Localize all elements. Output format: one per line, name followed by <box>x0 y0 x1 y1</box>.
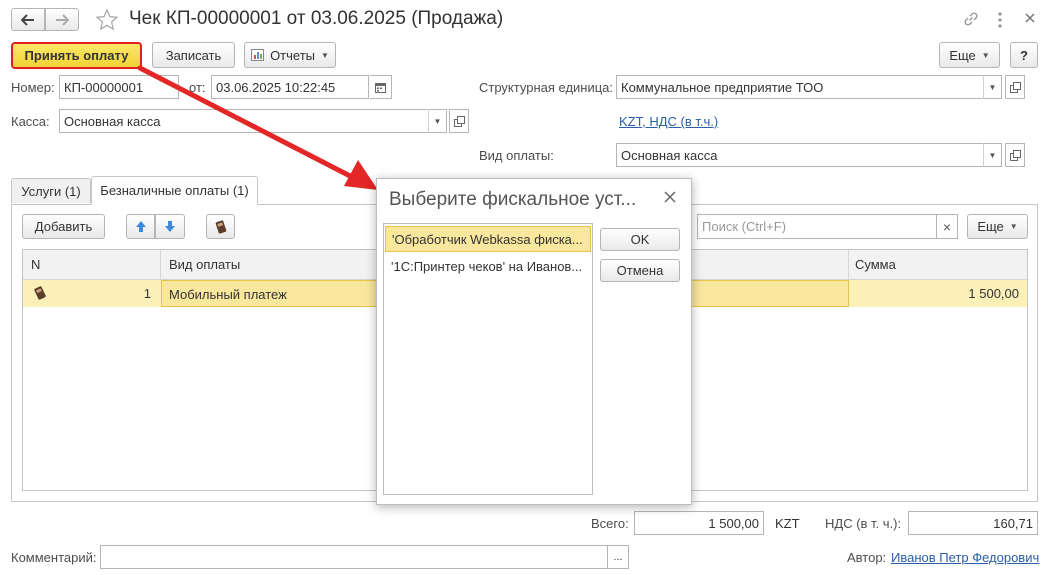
more-button[interactable]: Еще ▼ <box>939 42 1000 68</box>
unit-field[interactable]: Коммунальное предприятие ТОО <box>616 75 1002 99</box>
comment-select-button[interactable]: ... <box>607 545 629 569</box>
row-type: Мобильный платеж <box>169 287 287 302</box>
report-icon <box>251 49 265 61</box>
tab-cashless-payments[interactable]: Безналичные оплаты (1) <box>91 176 258 205</box>
column-n-label: N <box>31 257 41 272</box>
comment-label: Комментарий: <box>11 550 97 565</box>
dialog-close-button[interactable] <box>663 190 677 204</box>
list-item[interactable]: 'Обработчик Webkassa фиска... <box>385 226 591 252</box>
arrow-left-icon <box>21 13 34 26</box>
chevron-down-icon: ▼ <box>321 50 329 60</box>
author-label: Автор: <box>847 550 887 565</box>
clear-search-button[interactable]: × <box>936 214 958 239</box>
accept-payment-label: Принять оплату <box>24 48 129 63</box>
device-list: 'Обработчик Webkassa фиска... '1С:Принте… <box>383 223 593 495</box>
cash-label: Касса: <box>11 114 50 129</box>
payment-type-field[interactable]: Основная касса <box>616 143 1002 167</box>
list-item-label: '1С:Принтер чеков' на Иванов... <box>391 259 583 274</box>
fiscal-device-dialog: Выберите фискальное уст... 'Обработчик W… <box>376 178 692 505</box>
payment-type-open-icon[interactable] <box>1005 143 1025 167</box>
tab-services-label: Услуги (1) <box>21 183 81 199</box>
clear-search-icon: × <box>942 218 952 235</box>
vat-field: 160,71 <box>908 511 1038 535</box>
arrow-right-icon <box>56 13 69 26</box>
total-label: Всего: <box>591 516 629 531</box>
arrow-up-icon <box>135 221 146 232</box>
total-value: 1 500,00 <box>708 515 759 531</box>
number-value: КП-00000001 <box>64 79 144 95</box>
menu-dots-icon[interactable] <box>996 10 1004 30</box>
close-icon <box>664 191 676 203</box>
payment-terminal-icon <box>215 219 226 234</box>
number-label: Номер: <box>11 80 55 95</box>
table-more-label: Еще <box>977 219 1004 234</box>
tax-link[interactable]: KZT, НДС (в т.ч.) <box>619 114 718 129</box>
cash-value: Основная касса <box>64 113 161 129</box>
payment-type-label: Вид оплаты: <box>479 148 554 163</box>
vat-value: 160,71 <box>993 515 1033 531</box>
reports-label: Отчеты <box>270 47 315 63</box>
cash-field[interactable]: Основная касса <box>59 109 447 133</box>
cancel-button[interactable]: Отмена <box>600 259 680 282</box>
chevron-down-icon: ▼ <box>981 50 990 60</box>
date-label: от: <box>189 80 206 95</box>
comment-select-label: ... <box>613 551 623 563</box>
column-type-label: Вид оплаты <box>169 257 241 272</box>
number-field[interactable]: КП-00000001 <box>59 75 179 99</box>
save-button[interactable]: Записать <box>152 42 235 68</box>
unit-open-icon[interactable] <box>1005 75 1025 99</box>
column-sum-label: Сумма <box>855 257 896 272</box>
tab-services[interactable]: Услуги (1) <box>11 178 91 203</box>
link-icon[interactable] <box>962 10 980 28</box>
move-down-button[interactable] <box>155 214 185 239</box>
ok-button[interactable]: OK <box>600 228 680 251</box>
row-sum: 1 500,00 <box>968 286 1019 301</box>
cash-dropdown-icon[interactable]: ▼ <box>428 109 446 133</box>
close-window-icon[interactable] <box>1024 12 1036 24</box>
author-link[interactable]: Иванов Петр Федорович <box>891 550 1039 565</box>
unit-value: Коммунальное предприятие ТОО <box>621 79 824 95</box>
column-header-n[interactable]: N <box>23 250 161 279</box>
arrow-down-icon <box>165 221 175 232</box>
accept-payment-button[interactable]: Принять оплату <box>11 42 142 69</box>
window-title: Чек КП-00000001 от 03.06.2025 (Продажа) <box>129 8 504 29</box>
cash-open-icon[interactable] <box>449 109 469 133</box>
reports-button[interactable]: Отчеты ▼ <box>244 42 336 68</box>
move-up-button[interactable] <box>126 214 155 239</box>
payment-type-dropdown-icon[interactable]: ▼ <box>983 143 1001 167</box>
save-label: Записать <box>165 47 222 63</box>
back-button[interactable] <box>11 8 45 31</box>
tab-cashless-label: Безналичные оплаты (1) <box>100 183 249 198</box>
search-input[interactable]: Поиск (Ctrl+F) <box>697 214 937 239</box>
currency-label: KZT <box>775 516 800 531</box>
cancel-label: Отмена <box>616 263 664 278</box>
calendar-icon[interactable] <box>370 75 392 99</box>
table-more-button[interactable]: Еще ▼ <box>967 214 1028 239</box>
payment-terminal-button[interactable] <box>206 214 235 239</box>
add-label: Добавить <box>34 219 93 234</box>
search-placeholder: Поиск (Ctrl+F) <box>702 219 787 234</box>
date-value: 03.06.2025 10:22:45 <box>216 79 336 95</box>
date-field[interactable]: 03.06.2025 10:22:45 <box>211 75 369 99</box>
dialog-title: Выберите фискальное уст... <box>389 189 637 210</box>
chevron-down-icon: ▼ <box>1009 222 1018 231</box>
column-header-sum[interactable]: Сумма <box>849 250 1027 279</box>
favorite-star-icon[interactable] <box>95 8 119 32</box>
ok-label: OK <box>630 232 650 247</box>
unit-dropdown-icon[interactable]: ▼ <box>983 75 1001 99</box>
list-item[interactable]: '1С:Принтер чеков' на Иванов... <box>385 254 591 280</box>
list-item-label: 'Обработчик Webkassa фиска... <box>392 232 583 247</box>
add-button[interactable]: Добавить <box>22 214 105 239</box>
unit-label: Структурная единица: <box>479 80 614 95</box>
forward-button[interactable] <box>45 8 79 31</box>
vat-label: НДС (в т. ч.): <box>825 516 902 531</box>
comment-field[interactable] <box>100 545 608 569</box>
payment-type-value: Основная касса <box>621 147 718 163</box>
row-n: 1 <box>143 286 151 301</box>
more-label: Еще <box>949 47 976 63</box>
total-field: 1 500,00 <box>634 511 764 535</box>
help-label: ? <box>1020 47 1028 63</box>
help-button[interactable]: ? <box>1010 42 1038 68</box>
